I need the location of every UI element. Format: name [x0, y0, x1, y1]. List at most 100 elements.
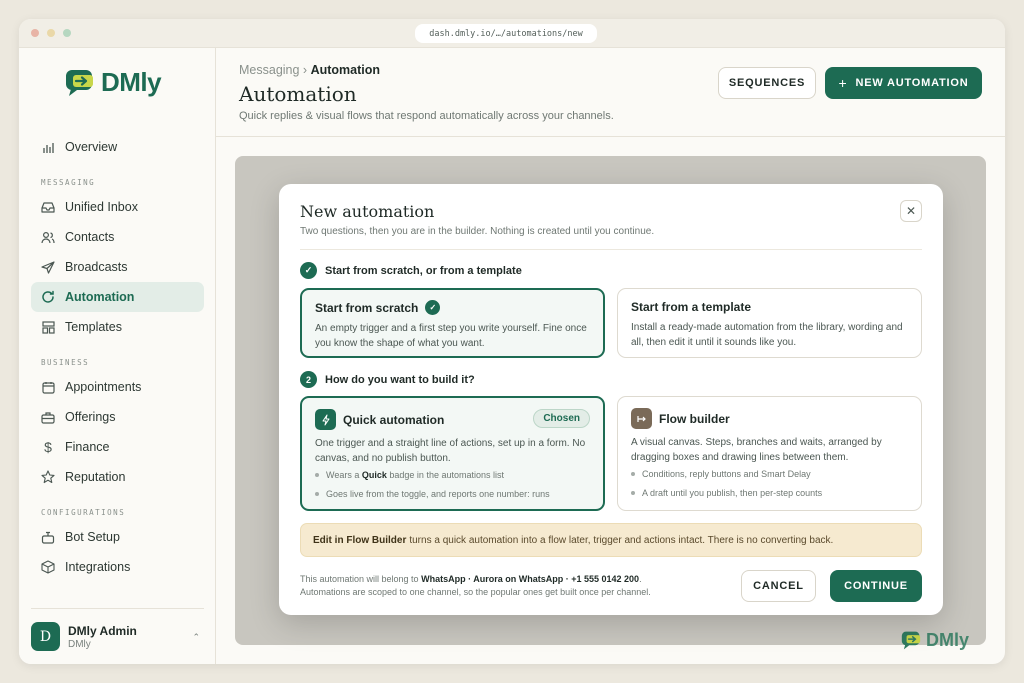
sidebar-item-label: Overview — [65, 140, 118, 154]
section-label-messaging: MESSAGING — [41, 178, 96, 187]
users-icon — [41, 230, 55, 244]
check-icon: ✓ — [300, 262, 317, 279]
section-label-configurations: CONFIGURATIONS — [41, 508, 126, 517]
sequences-button[interactable]: SEQUENCES — [718, 67, 816, 99]
sidebar-item-label: Integrations — [65, 560, 131, 574]
chosen-badge: Chosen — [533, 409, 590, 428]
start-from-scratch-option[interactable]: Start from scratch ✓ An empty trigger an… — [300, 288, 605, 358]
bar-chart-icon — [41, 140, 55, 154]
sidebar-item-label: Contacts — [65, 230, 115, 244]
breadcrumb-current: Automation — [310, 63, 381, 77]
close-icon: ✕ — [905, 204, 917, 218]
brand-logo[interactable]: DMly — [65, 67, 162, 98]
option-title: Start from a template — [631, 300, 752, 314]
page-subtitle: Quick replies & visual flows that respon… — [239, 110, 614, 122]
sidebar-item-integrations[interactable]: Integrations — [31, 552, 204, 582]
dialog-title: New automation — [300, 202, 435, 221]
sidebar-item-unified-inbox[interactable]: Unified Inbox — [31, 192, 204, 222]
browser-titlebar: dash.dmly.io/…/automations/new — [19, 19, 1005, 48]
sidebar-item-overview[interactable]: Overview — [31, 132, 204, 162]
option-description: Install a ready-made automation from the… — [631, 322, 903, 348]
dialog-subtitle: Two questions, then you are in the build… — [300, 226, 655, 237]
page-header: Messaging › Automation Automation Quick … — [216, 48, 1005, 137]
option-title: Flow builder — [631, 408, 730, 429]
watermark-name: DMly — [926, 630, 970, 650]
layout-icon — [41, 320, 55, 334]
option-title: Start from scratch ✓ — [315, 300, 441, 315]
sidebar-item-label: Offerings — [65, 410, 116, 424]
breadcrumb: Messaging › Automation — [239, 63, 380, 77]
refresh-icon — [41, 290, 55, 304]
flow-builder-option[interactable]: Flow builder A visual canvas. Steps, bra… — [617, 396, 922, 511]
option-bullet: A draft until you publish, then per-step… — [631, 488, 822, 498]
close-window-dot[interactable] — [31, 29, 39, 37]
step-2-label: How do you want to build it? — [325, 373, 475, 386]
logo-icon — [901, 631, 921, 650]
note-text: turns a quick automation into a flow lat… — [409, 534, 834, 546]
option-bullet: Wears a Quick badge in the automations l… — [315, 470, 504, 480]
sidebar-item-broadcasts[interactable]: Broadcasts — [31, 252, 204, 282]
divider — [300, 249, 922, 250]
sidebar-item-finance[interactable]: $ Finance — [31, 432, 204, 462]
sidebar-item-offerings[interactable]: Offerings — [31, 402, 204, 432]
step-number-badge: 2 — [300, 371, 317, 388]
sidebar-item-label: Finance — [65, 440, 110, 454]
continue-button[interactable]: CONTINUE — [830, 570, 922, 602]
cube-icon — [41, 560, 55, 574]
option-title-text: Flow builder — [659, 411, 730, 426]
breadcrumb-parent[interactable]: Messaging › — [239, 63, 307, 77]
start-from-template-option[interactable]: Start from a template Install a ready-ma… — [617, 288, 922, 358]
lightning-icon — [315, 409, 336, 430]
option-bullet: Goes live from the toggle, and reports o… — [315, 489, 550, 499]
dollar-icon: $ — [44, 439, 52, 455]
sidebar-item-reputation[interactable]: Reputation — [31, 462, 204, 492]
step-1-label: Start from scratch, or from a template — [325, 264, 522, 277]
chevron-updown-icon[interactable]: ⌃ — [192, 632, 200, 643]
plus-icon: + — [838, 75, 848, 91]
sidebar-item-contacts[interactable]: Contacts — [31, 222, 204, 252]
avatar: D — [31, 622, 60, 651]
option-title-text: Start from scratch — [315, 300, 419, 315]
note-link[interactable]: Edit in Flow Builder — [313, 535, 406, 546]
sidebar-item-label: Broadcasts — [65, 260, 128, 274]
maximize-window-dot[interactable] — [63, 29, 71, 37]
calendar-icon — [41, 380, 55, 394]
info-note: Edit in Flow Builder turns a quick autom… — [300, 523, 922, 557]
step-1-heading: ✓ Start from scratch, or from a template — [300, 262, 522, 279]
bot-icon — [41, 530, 55, 544]
url-bar[interactable]: dash.dmly.io/…/automations/new — [415, 24, 597, 43]
sidebar-item-templates[interactable]: Templates — [31, 312, 204, 342]
cancel-button[interactable]: CANCEL — [741, 570, 816, 602]
watermark-logo: DMly — [901, 630, 969, 651]
close-button[interactable]: ✕ — [900, 200, 922, 222]
option-description: One trigger and a straight line of actio… — [315, 438, 586, 464]
briefcase-icon — [41, 410, 55, 424]
new-automation-dialog: New automation Two questions, then you a… — [279, 184, 943, 615]
page-title: Automation — [239, 82, 357, 106]
logo-icon — [66, 69, 93, 96]
sidebar-item-appointments[interactable]: Appointments — [31, 372, 204, 402]
section-label-business: BUSINESS — [41, 358, 90, 367]
user-profile[interactable]: D DMly Admin DMly ⌃ — [31, 608, 204, 664]
sidebar-item-label: Appointments — [65, 380, 142, 394]
sidebar-item-label: Unified Inbox — [65, 200, 138, 214]
brand-name: DMly — [101, 67, 162, 97]
new-automation-label: NEW AUTOMATION — [855, 77, 969, 89]
star-icon — [41, 470, 55, 484]
profile-org: DMly — [68, 638, 91, 650]
option-bullet: Conditions, reply buttons and Smart Dela… — [631, 469, 811, 479]
send-icon — [41, 260, 55, 274]
quick-automation-option[interactable]: Quick automation Chosen One trigger and … — [300, 396, 605, 511]
option-title-text: Quick automation — [343, 412, 445, 427]
option-title: Quick automation — [315, 409, 444, 430]
sidebar-item-automation[interactable]: Automation — [31, 282, 204, 312]
channel-info: This automation will belong to WhatsApp … — [300, 574, 651, 597]
step-2-heading: 2 How do you want to build it? — [300, 371, 475, 388]
flow-icon — [631, 408, 652, 429]
sidebar-item-label: Automation — [65, 290, 135, 304]
new-automation-button[interactable]: + NEW AUTOMATION — [825, 67, 982, 99]
sidebar: DMly Overview MESSAGING Unified Inbox Co… — [19, 48, 216, 664]
minimize-window-dot[interactable] — [47, 29, 55, 37]
inbox-icon — [41, 200, 55, 214]
sidebar-item-bot-setup[interactable]: Bot Setup — [31, 522, 204, 552]
